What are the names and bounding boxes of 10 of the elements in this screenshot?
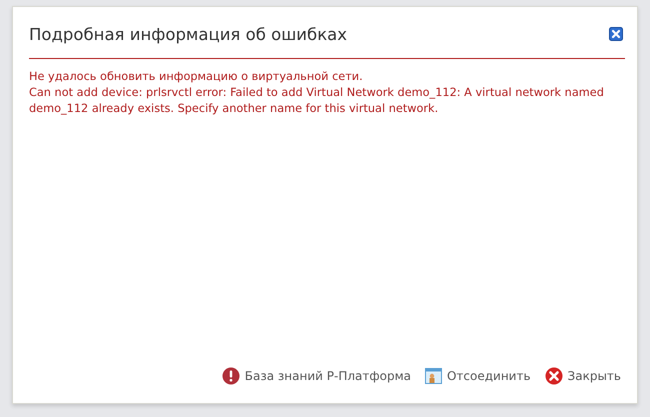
error-message: Не удалось обновить информацию о виртуальной сети.	[29, 69, 364, 85]
close-icon[interactable]	[609, 27, 623, 41]
dialog-title: Подробная информация об ошибках	[29, 25, 348, 44]
help-button[interactable]: База знаний Р-Платформа	[222, 367, 411, 385]
error-message: Can not add device: prlsrvctl error: Failed to add Virtual Network demo_112: A virtual network named demo_112 already exists. Specify another name for this virtual network.	[29, 85, 605, 117]
detach-button[interactable]: Отсоединить	[424, 367, 531, 385]
close-button[interactable]: Закрыть	[544, 367, 621, 385]
close-icon	[544, 367, 563, 385]
window-person-icon	[424, 368, 442, 384]
exclamation-icon	[222, 367, 240, 385]
